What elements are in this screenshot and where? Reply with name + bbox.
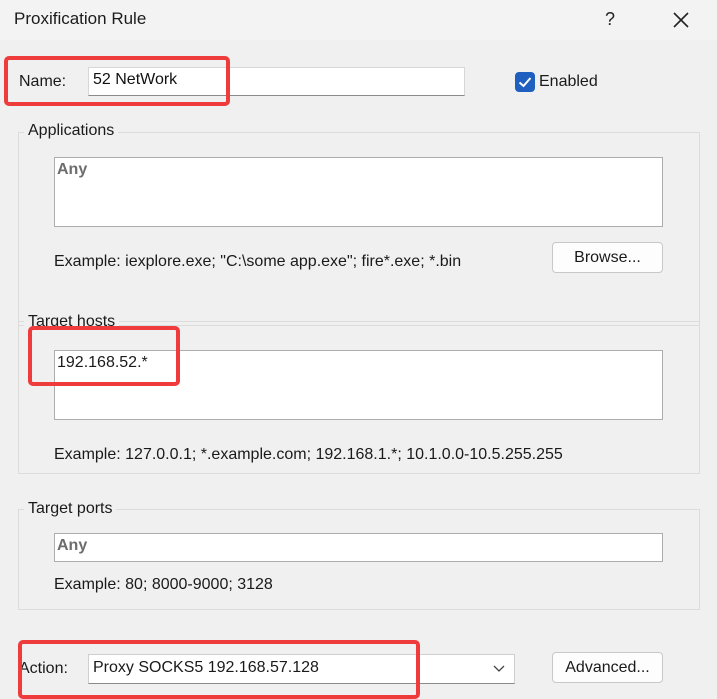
applications-example: Example: iexplore.exe; "C:\some app.exe"… (54, 253, 462, 270)
applications-input[interactable]: Any (54, 157, 663, 227)
action-select[interactable]: Proxy SOCKS5 192.168.57.128 (88, 654, 515, 684)
applications-group-title: Applications (24, 122, 119, 140)
target-ports-input[interactable]: Any (54, 533, 663, 562)
target-hosts-group-title: Target hosts (24, 313, 120, 331)
checkmark-icon (518, 77, 532, 88)
target-ports-example: Example: 80; 8000-9000; 3128 (54, 576, 273, 593)
title-bar: Proxification Rule ? (0, 0, 717, 40)
action-label: Action: (19, 660, 68, 677)
applications-value: Any (57, 161, 88, 178)
dialog-body: Name: 52 NetWork Enabled Applications An… (0, 40, 717, 699)
close-icon (673, 12, 689, 28)
target-hosts-value: 192.168.52.* (57, 354, 148, 371)
action-selected-value: Proxy SOCKS5 192.168.57.128 (93, 659, 319, 676)
target-ports-group-title: Target ports (24, 500, 117, 518)
enabled-label[interactable]: Enabled (539, 73, 598, 91)
window-title: Proxification Rule (14, 9, 147, 28)
target-hosts-input[interactable]: 192.168.52.* (54, 350, 663, 420)
chevron-down-icon (493, 665, 505, 672)
help-button[interactable]: ? (597, 6, 623, 32)
browse-button[interactable]: Browse... (552, 242, 663, 273)
name-input[interactable]: 52 NetWork (88, 67, 465, 96)
enabled-checkbox[interactable] (515, 72, 535, 92)
name-label: Name: (19, 73, 67, 90)
target-ports-value: Any (57, 537, 88, 554)
close-button[interactable] (667, 6, 695, 34)
advanced-button[interactable]: Advanced... (552, 652, 663, 683)
target-hosts-example: Example: 127.0.0.1; *.example.com; 192.1… (54, 446, 563, 463)
